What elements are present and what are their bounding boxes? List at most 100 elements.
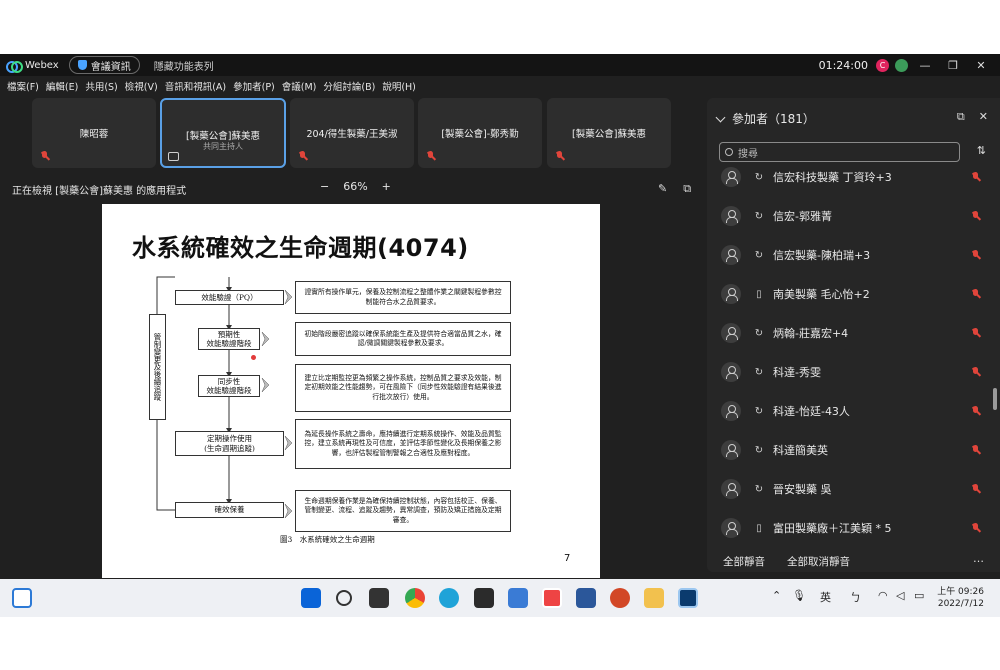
search-icon[interactable] xyxy=(336,590,352,606)
flow-box-label: (生命週期追蹤) xyxy=(204,443,255,453)
word-icon[interactable] xyxy=(576,588,596,608)
search-input[interactable]: 搜尋 xyxy=(719,142,960,162)
file-explorer-icon[interactable] xyxy=(644,588,664,608)
muted-mic-icon[interactable] xyxy=(971,366,981,378)
muted-mic-icon[interactable] xyxy=(971,405,981,417)
clock-date: 2022/7/12 xyxy=(937,599,984,610)
meeting-info-button[interactable]: 會議資訊 xyxy=(68,56,140,74)
powerpoint-icon[interactable] xyxy=(610,588,630,608)
title-bar: Webex 會議資訊 隱藏功能表列 01:24:00 C — ❐ ✕ xyxy=(0,54,1000,76)
annotate-icon[interactable]: ✎ xyxy=(658,182,667,196)
muted-mic-icon xyxy=(555,151,565,162)
menu-breakout[interactable]: 分組討論(B) xyxy=(323,79,375,93)
muted-mic-icon[interactable] xyxy=(971,171,981,183)
menu-participants[interactable]: 參加者(P) xyxy=(233,79,275,93)
start-icon[interactable] xyxy=(301,588,321,608)
participants-scrollbar[interactable] xyxy=(993,388,997,410)
mute-all-button[interactable]: 全部靜音 xyxy=(723,554,765,569)
participant-row[interactable]: ↻ 科達-怡廷-43人 xyxy=(721,398,983,424)
sync-device-icon: ↻ xyxy=(754,405,764,417)
participant-row[interactable]: ↻ 信宏科技製藥 丁資玲+3 xyxy=(721,164,983,190)
participant-row[interactable]: ↻ 晉安製藥 吳 xyxy=(721,476,983,502)
menu-edit[interactable]: 編輯(E) xyxy=(46,79,78,93)
user-avatar[interactable]: C xyxy=(876,58,889,72)
menu-share[interactable]: 共用(S) xyxy=(85,79,117,93)
acrobat-icon[interactable] xyxy=(542,588,562,608)
desc-text: 建立比定期監控更為頻繁之操作系統，控制品質之要求及效能，制定初期效能之性能趨勢，… xyxy=(304,374,502,401)
participant-row[interactable]: ↻ 科達-秀雯 xyxy=(721,359,983,385)
connection-status-icon[interactable] xyxy=(895,58,908,72)
participant-row[interactable]: ↻ 炳翰-莊嘉宏+4 xyxy=(721,320,983,346)
video-tile[interactable]: [製藥公會]-鄭秀勤 xyxy=(418,98,542,168)
muted-mic-icon[interactable] xyxy=(971,483,981,495)
menu-help[interactable]: 說明(H) xyxy=(382,79,416,93)
menu-file[interactable]: 檔案(F) xyxy=(7,79,39,93)
participant-name: 晉安製藥 吳 xyxy=(773,483,832,496)
muted-mic-icon[interactable] xyxy=(971,210,981,222)
unmute-all-button[interactable]: 全部取消靜音 xyxy=(787,554,850,569)
menu-audio-video[interactable]: 音訊和視訊(A) xyxy=(165,79,226,93)
viewing-label: 正在檢視 [製藥公會]蘇美惠 的應用程式 xyxy=(12,186,187,197)
muted-mic-icon[interactable] xyxy=(971,288,981,300)
windows-taskbar: ⌃ 🎙 英 ㄅ ◠ ◁ ▭ 上午 09:26 2022/7/12 xyxy=(0,579,1000,617)
menu-meeting[interactable]: 會議(M) xyxy=(282,79,317,93)
chevron-right-icon xyxy=(261,331,270,347)
video-tile[interactable]: [製藥公會]蘇美惠 xyxy=(547,98,671,168)
battery-icon[interactable]: ▭ xyxy=(914,589,924,602)
popout-icon[interactable]: ⧉ xyxy=(683,182,691,196)
muted-mic-icon[interactable] xyxy=(971,522,981,534)
video-tile[interactable]: 204/得生製藥/王美淑 xyxy=(290,98,414,168)
avatar xyxy=(721,362,741,382)
participant-row[interactable]: ▯ 富田製藥廠＋江美穎 * 5 xyxy=(721,515,983,540)
chevron-right-icon xyxy=(284,435,293,451)
mic-muted-tray-icon[interactable]: 🎙 xyxy=(792,589,806,602)
widgets-icon[interactable] xyxy=(12,588,32,608)
participant-row[interactable]: ↻ 信宏-郭雅菁 xyxy=(721,203,983,229)
muted-mic-icon[interactable] xyxy=(971,249,981,261)
webex-window: Webex 會議資訊 隱藏功能表列 01:24:00 C — ❐ ✕ 檔案(F)… xyxy=(0,54,1000,617)
phone-icon: ▯ xyxy=(756,522,762,534)
flow-box-pq: 效能驗證（PQ） xyxy=(175,290,284,305)
chevron-down-icon[interactable] xyxy=(715,112,726,122)
task-view-icon[interactable] xyxy=(369,588,389,608)
muted-mic-icon[interactable] xyxy=(971,444,981,456)
participant-name: 科達-怡廷-43人 xyxy=(773,405,850,418)
sort-icon[interactable]: ⇅ xyxy=(977,144,986,157)
minimize-icon[interactable]: — xyxy=(914,59,936,72)
participants-header[interactable]: 參加者（181） xyxy=(715,110,815,127)
menu-view[interactable]: 檢視(V) xyxy=(125,79,158,93)
ime-bopomofo[interactable]: ㄅ xyxy=(850,589,861,605)
participant-row[interactable]: ↻ 科達簡美英 xyxy=(721,437,983,463)
participants-list[interactable]: ↻ 信宏科技製藥 丁資玲+3 ↻ 信宏-郭雅菁 ↻ 信宏製藥-陳柏瑞+3 ▯ 南… xyxy=(707,164,992,540)
desc-text: 生命週期保養作業是為確保持續控制狀態，內容包括校正、保養、管制變更、流程、追蹤及… xyxy=(304,497,502,524)
hide-menu-bar-button[interactable]: 隱藏功能表列 xyxy=(154,58,214,73)
edge-icon[interactable] xyxy=(439,588,459,608)
ime-mode[interactable]: 英 xyxy=(820,589,831,605)
more-options-icon[interactable]: … xyxy=(973,552,984,565)
video-tile[interactable]: 陳昭蓉 xyxy=(32,98,156,168)
desc-box: 為延長操作系統之壽命，應持續進行定期系統操作、效能及品質監控，建立系統再現性及可… xyxy=(295,419,511,469)
video-tile-active[interactable]: [製藥公會]蘇美惠 共同主持人 xyxy=(160,98,286,168)
participant-row[interactable]: ↻ 信宏製藥-陳柏瑞+3 xyxy=(721,242,983,268)
flow-box-label: 確效保養 xyxy=(214,505,245,515)
chrome-icon[interactable] xyxy=(405,588,425,608)
pointer-dot xyxy=(251,355,256,360)
webex-taskbar-icon[interactable] xyxy=(678,588,698,608)
zoom-in-button[interactable]: + xyxy=(382,180,391,193)
participant-row[interactable]: ▯ 南美製藥 毛心怡+2 xyxy=(721,281,983,307)
muted-mic-icon[interactable] xyxy=(971,327,981,339)
phone-icon: ▯ xyxy=(756,288,762,300)
system-clock[interactable]: 上午 09:26 2022/7/12 xyxy=(937,586,984,610)
wifi-icon[interactable]: ◠ xyxy=(878,589,888,602)
tray-overflow-icon[interactable]: ⌃ xyxy=(772,589,781,602)
volume-icon[interactable]: ◁ xyxy=(896,589,904,602)
flow-box-label: 效能驗證階段 xyxy=(206,386,252,395)
desc-text: 證實所有操作單元，保養及控制流程之整體作業之關鍵製程參數控制能符合水之品質要求。 xyxy=(304,288,502,306)
sticky-notes-icon[interactable] xyxy=(474,588,494,608)
close-icon[interactable]: ✕ xyxy=(970,59,992,72)
popout-panel-icon[interactable]: ⧉ xyxy=(957,110,965,124)
restore-icon[interactable]: ❐ xyxy=(942,59,964,72)
zoom-out-button[interactable]: − xyxy=(320,180,329,193)
notepad-icon[interactable] xyxy=(508,588,528,608)
close-panel-icon[interactable]: ✕ xyxy=(979,110,988,124)
